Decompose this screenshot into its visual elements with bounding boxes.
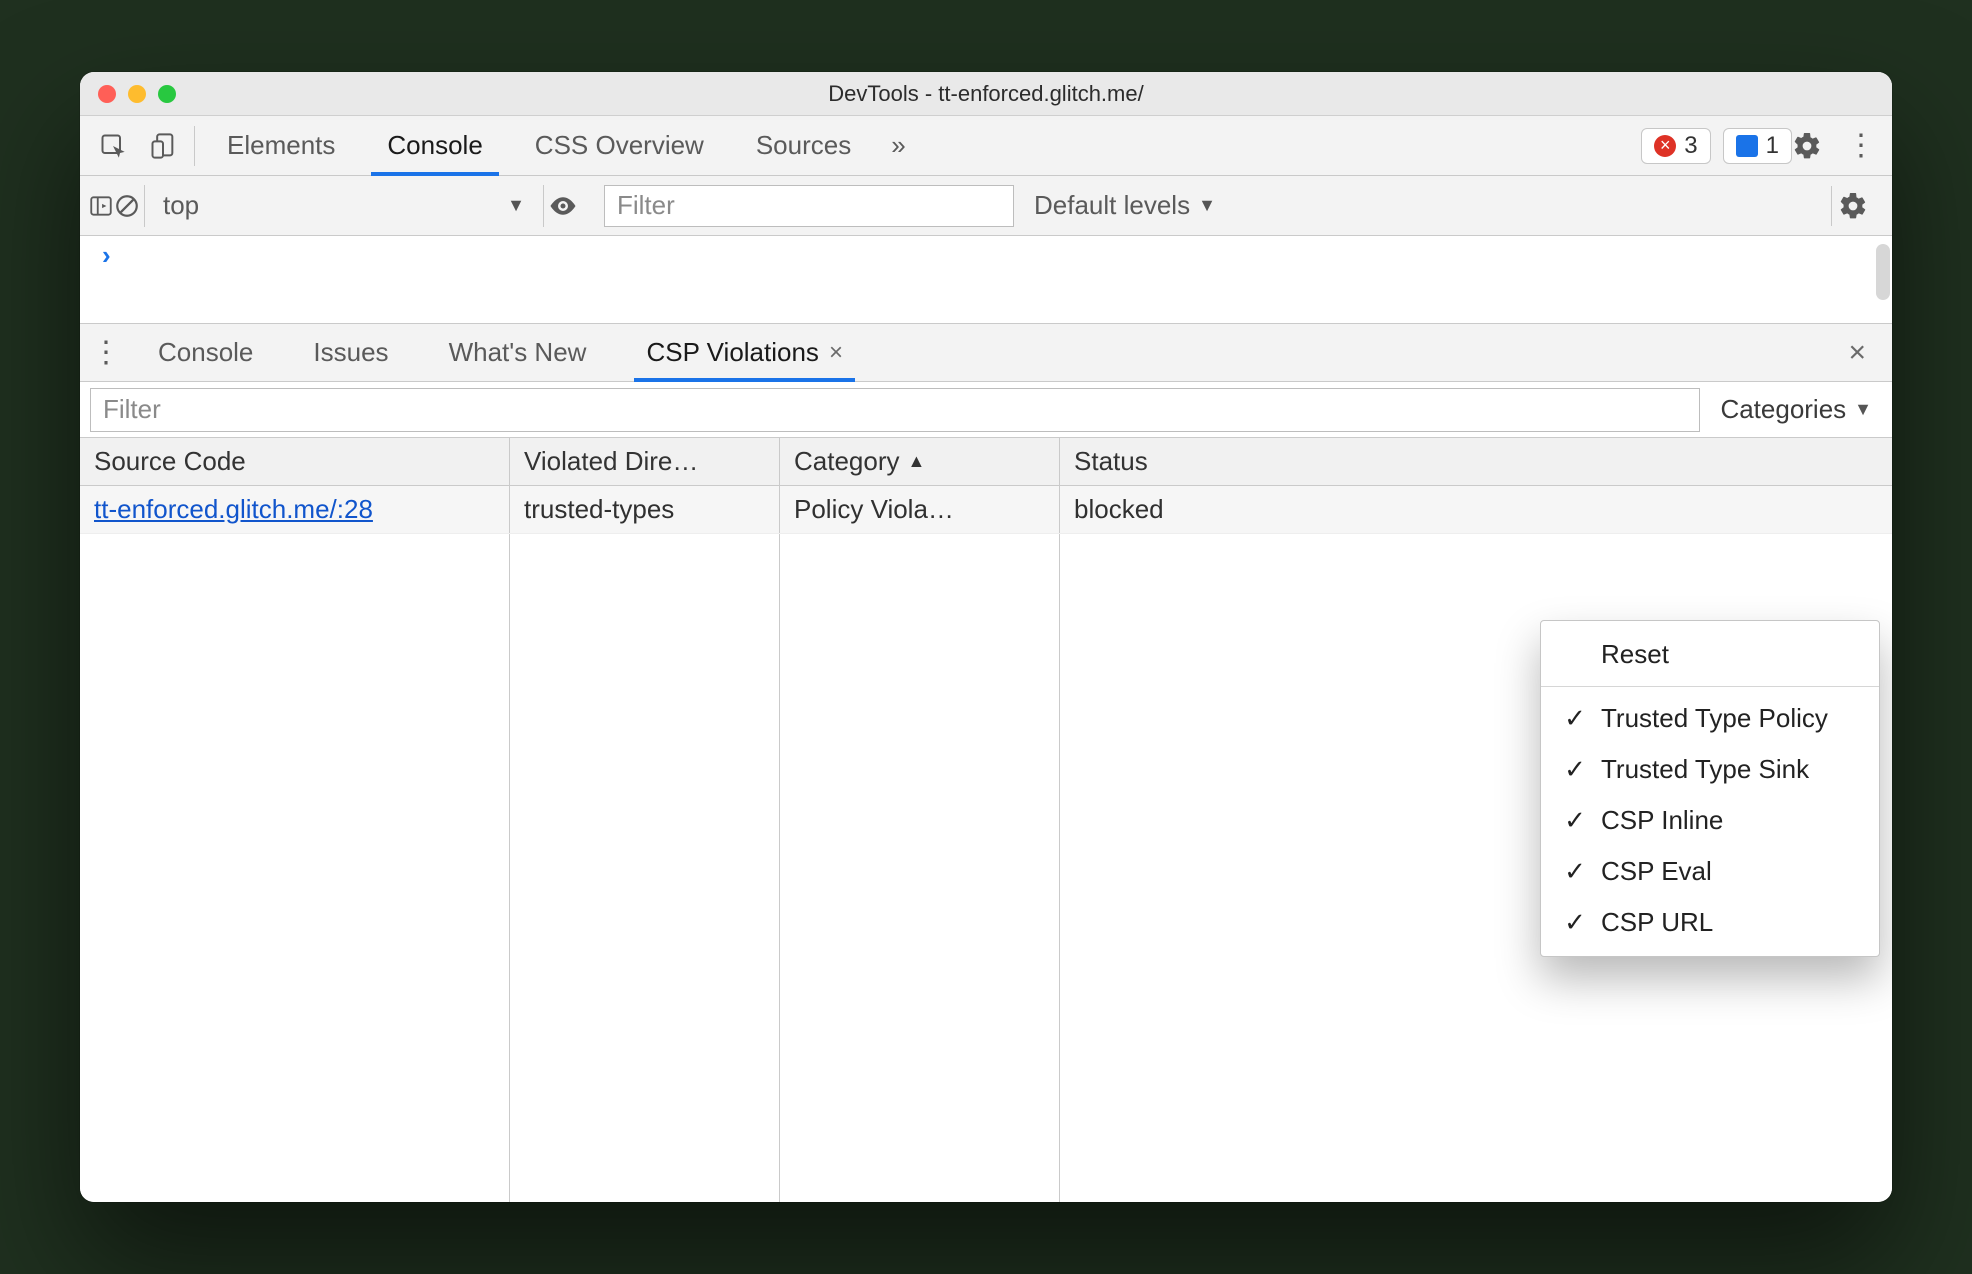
tab-sources[interactable]: Sources — [730, 116, 877, 175]
error-icon — [1654, 135, 1676, 157]
violations-toolbar: Categories ▼ — [80, 382, 1892, 438]
console-filter-input[interactable] — [604, 185, 1014, 227]
drawer-tabbar: ⋮ Console Issues What's New CSP Violatio… — [80, 324, 1892, 382]
scrollbar-thumb[interactable] — [1876, 244, 1890, 300]
titlebar: DevTools - tt-enforced.glitch.me/ — [80, 72, 1892, 116]
tab-label: What's New — [449, 337, 587, 368]
th-violated-directive[interactable]: Violated Dire… — [510, 438, 780, 485]
th-source-code[interactable]: Source Code — [80, 438, 510, 485]
menu-item-label: Trusted Type Policy — [1601, 703, 1828, 734]
check-icon: ✓ — [1563, 856, 1587, 887]
error-count: 3 — [1684, 132, 1697, 160]
th-category[interactable]: Category ▲ — [780, 438, 1060, 485]
message-icon — [1736, 135, 1758, 157]
menu-item-trusted-type-policy[interactable]: ✓ Trusted Type Policy — [1541, 693, 1879, 744]
console-prompt-icon: › — [102, 240, 111, 271]
more-options-icon[interactable]: ⋮ — [1838, 128, 1884, 163]
cell-violated-directive: trusted-types — [510, 486, 780, 533]
tab-css-overview[interactable]: CSS Overview — [509, 116, 730, 175]
menu-separator — [1541, 686, 1879, 687]
cell-source-code: tt-enforced.glitch.me/:28 — [80, 486, 510, 533]
menu-item-label: Trusted Type Sink — [1601, 754, 1809, 785]
tab-label: Console — [387, 130, 482, 161]
check-icon: ✓ — [1563, 805, 1587, 836]
th-status[interactable]: Status — [1060, 438, 1892, 485]
devtools-window: DevTools - tt-enforced.glitch.me/ Elemen… — [80, 72, 1892, 1202]
source-link[interactable]: tt-enforced.glitch.me/:28 — [94, 494, 373, 524]
context-selector[interactable]: top ▼ — [144, 185, 544, 227]
menu-item-csp-url[interactable]: ✓ CSP URL — [1541, 897, 1879, 948]
menu-item-csp-inline[interactable]: ✓ CSP Inline — [1541, 795, 1879, 846]
chevron-down-icon: ▼ — [1854, 399, 1872, 420]
divider — [194, 126, 195, 166]
tabs-overflow-icon[interactable]: » — [877, 116, 919, 175]
drawer-tab-issues[interactable]: Issues — [287, 324, 414, 381]
device-toolbar-icon[interactable] — [138, 125, 188, 167]
menu-item-label: CSP Inline — [1601, 805, 1723, 836]
live-expression-icon[interactable] — [548, 191, 604, 221]
menu-item-label: CSP Eval — [1601, 856, 1712, 887]
categories-dropdown-button[interactable]: Categories ▼ — [1710, 394, 1882, 425]
console-toolbar: top ▼ Default levels ▼ — [80, 176, 1892, 236]
drawer-tab-csp-violations[interactable]: CSP Violations × — [620, 324, 869, 381]
sidebar-toggle-icon[interactable] — [88, 193, 114, 219]
log-levels-selector[interactable]: Default levels ▼ — [1014, 190, 1236, 221]
cell-status: blocked — [1060, 486, 1892, 533]
violations-filter-input[interactable] — [90, 388, 1700, 432]
issue-counter[interactable]: 1 — [1723, 128, 1792, 164]
inspect-element-icon[interactable] — [88, 125, 138, 167]
error-counter[interactable]: 3 — [1641, 128, 1710, 164]
table-row[interactable]: tt-enforced.glitch.me/:28 trusted-types … — [80, 486, 1892, 534]
categories-label: Categories — [1720, 394, 1846, 425]
issue-count: 1 — [1766, 132, 1779, 160]
close-tab-icon[interactable]: × — [829, 339, 843, 367]
drawer-more-icon[interactable]: ⋮ — [88, 335, 124, 370]
tab-label: CSP Violations — [646, 337, 818, 368]
tab-label: Elements — [227, 130, 335, 161]
console-settings-icon[interactable] — [1838, 191, 1884, 221]
menu-item-trusted-type-sink[interactable]: ✓ Trusted Type Sink — [1541, 744, 1879, 795]
drawer-tab-console[interactable]: Console — [132, 324, 279, 381]
tab-label: Console — [158, 337, 253, 368]
cell-category: Policy Viola… — [780, 486, 1060, 533]
menu-item-label: Reset — [1601, 639, 1669, 670]
table-header: Source Code Violated Dire… Category ▲ St… — [80, 438, 1892, 486]
tab-label: Sources — [756, 130, 851, 161]
main-tabbar: Elements Console CSS Overview Sources » … — [80, 116, 1892, 176]
menu-item-csp-eval[interactable]: ✓ CSP Eval — [1541, 846, 1879, 897]
window-title: DevTools - tt-enforced.glitch.me/ — [80, 81, 1892, 107]
check-icon: ✓ — [1563, 907, 1587, 938]
console-body[interactable]: › — [80, 236, 1892, 324]
drawer-close-icon[interactable]: × — [1830, 336, 1884, 370]
divider — [1831, 186, 1832, 226]
tab-elements[interactable]: Elements — [201, 116, 361, 175]
menu-item-label: CSP URL — [1601, 907, 1713, 938]
chevron-down-icon: ▼ — [507, 195, 525, 216]
drawer-tab-whatsnew[interactable]: What's New — [423, 324, 613, 381]
check-icon: ✓ — [1563, 703, 1587, 734]
tab-label: Issues — [313, 337, 388, 368]
check-icon: ✓ — [1563, 754, 1587, 785]
log-levels-label: Default levels — [1034, 190, 1190, 221]
tab-label: CSS Overview — [535, 130, 704, 161]
chevron-down-icon: ▼ — [1198, 195, 1216, 216]
settings-icon[interactable] — [1792, 131, 1838, 161]
sort-asc-icon: ▲ — [908, 451, 926, 472]
clear-console-icon[interactable] — [114, 193, 140, 219]
categories-dropdown-menu: Reset ✓ Trusted Type Policy ✓ Trusted Type… — [1540, 620, 1880, 957]
context-label: top — [163, 190, 199, 221]
tab-console[interactable]: Console — [361, 116, 508, 175]
menu-item-reset[interactable]: Reset — [1541, 629, 1879, 680]
